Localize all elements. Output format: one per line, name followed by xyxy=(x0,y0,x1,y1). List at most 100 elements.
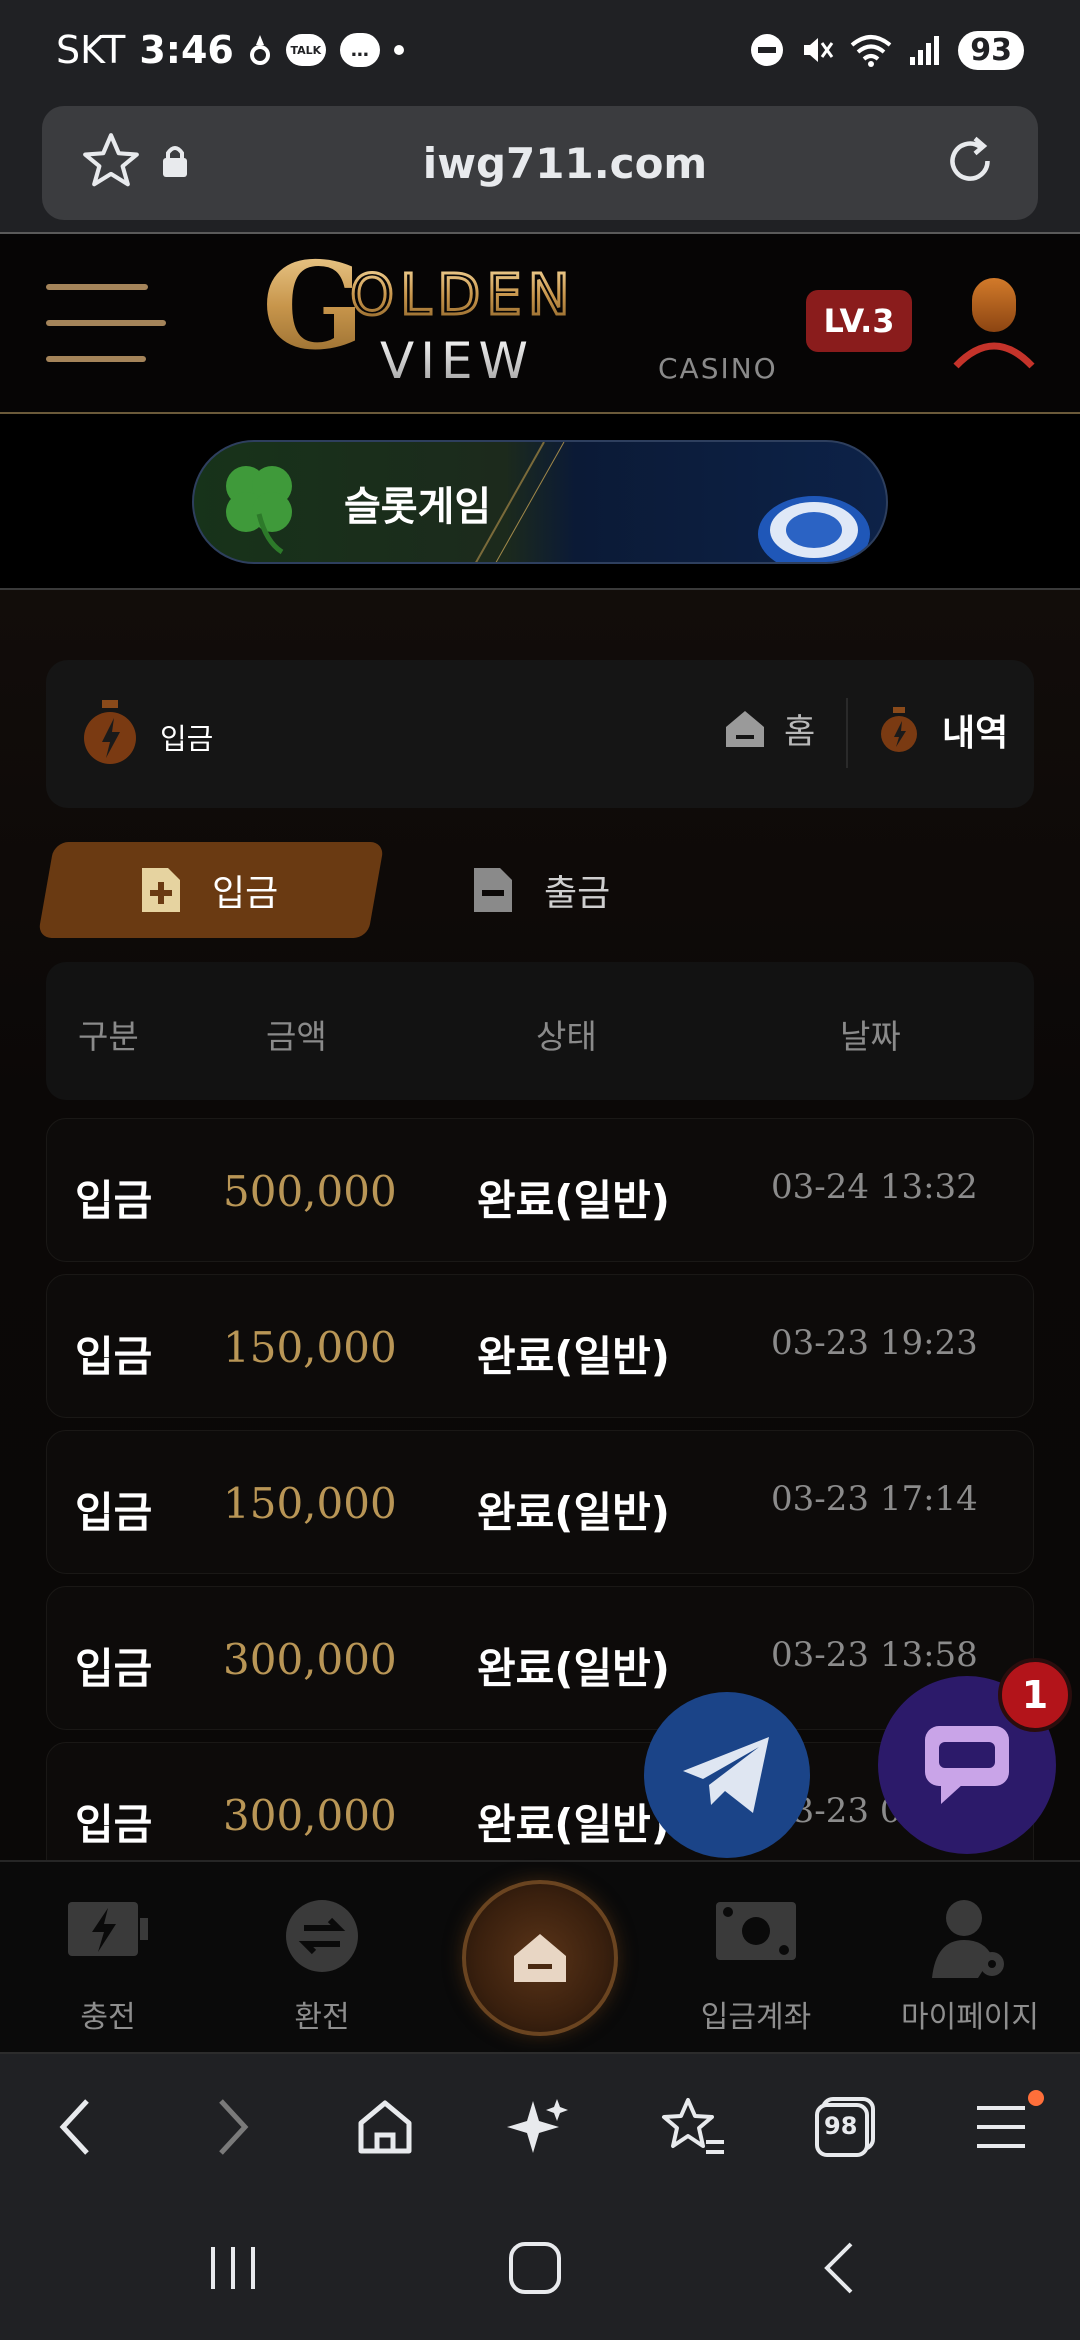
home-fab-button[interactable] xyxy=(462,1880,618,2036)
sub-navigation: 입금 홈 내역 xyxy=(46,660,1034,808)
forward-button[interactable] xyxy=(198,2092,268,2162)
row-amount: 150,000 xyxy=(223,1479,397,1528)
lock-icon xyxy=(160,143,190,183)
sparkle-icon xyxy=(507,2099,568,2153)
url-text[interactable]: iwg711.com xyxy=(190,139,940,188)
row-date: 03-23 17:14 xyxy=(771,1479,978,1519)
status-bar: SKT 3:46 TALK … 93 xyxy=(0,0,1080,100)
dnd-icon xyxy=(750,33,784,67)
back-button[interactable] xyxy=(40,2092,110,2162)
tab-withdraw-label: 출금 xyxy=(544,873,611,914)
row-status: 완료(일반) xyxy=(477,1800,670,1849)
more-notifications-icon xyxy=(393,45,404,55)
row-amount: 300,000 xyxy=(223,1791,397,1840)
signal-icon xyxy=(908,33,942,67)
ai-sparkle-button[interactable] xyxy=(504,2092,574,2162)
recent-apps-icon xyxy=(211,2247,255,2289)
row-status: 완료(일반) xyxy=(477,1488,670,1537)
tabs-button[interactable]: 98 xyxy=(810,2092,880,2162)
row-type: 입금 xyxy=(75,1332,153,1381)
system-home-button[interactable] xyxy=(500,2238,570,2298)
chat-notification-badge: 1 xyxy=(998,1658,1072,1732)
banner-strip: 슬롯게임 xyxy=(0,414,1080,590)
row-status: 완료(일반) xyxy=(477,1176,670,1225)
chevron-left-icon xyxy=(59,2099,89,2155)
table-row[interactable]: 입금 300,000 완료(일반) 03-23 13:58 xyxy=(46,1586,1034,1730)
clover-icon xyxy=(226,466,292,555)
banner-label: 슬롯게임 xyxy=(344,484,492,530)
nav-mypage-label: 마이페이지 xyxy=(901,2000,1039,2035)
tab-withdraw[interactable]: 출금 xyxy=(472,864,610,916)
row-type: 입금 xyxy=(75,1176,153,1225)
address-bar[interactable]: iwg711.com xyxy=(42,106,1038,220)
column-header-date: 날짜 xyxy=(840,1017,901,1056)
telegram-icon xyxy=(683,1737,769,1813)
exchange-arrows-icon xyxy=(284,1898,360,1978)
row-type: 입금 xyxy=(75,1488,153,1537)
mute-icon xyxy=(800,33,834,67)
bookmark-star-icon[interactable] xyxy=(80,130,142,196)
user-profile-icon[interactable] xyxy=(952,274,1036,374)
level-badge: LV.3 xyxy=(806,290,912,352)
column-header-type: 구분 xyxy=(78,1017,139,1056)
chat-icon xyxy=(925,1726,1009,1804)
slot-game-banner[interactable]: 슬롯게임 xyxy=(192,440,888,564)
browser-url-area: iwg711.com xyxy=(0,100,1080,232)
subnav-title: 입금 xyxy=(160,722,214,756)
browser-toolbar: 98 xyxy=(0,2052,1080,2194)
clock: 3:46 xyxy=(139,28,234,72)
table-row[interactable]: 입금 150,000 완료(일반) 03-23 19:23 xyxy=(46,1274,1034,1418)
svg-text:CASINO: CASINO xyxy=(658,352,778,385)
reload-icon[interactable] xyxy=(940,131,1000,195)
bookmarks-button[interactable] xyxy=(658,2092,728,2162)
star-list-icon xyxy=(662,2098,724,2154)
column-header-status: 상태 xyxy=(536,1017,597,1056)
menu-notification-dot xyxy=(1028,2090,1044,2106)
home-outline-icon xyxy=(358,2100,412,2154)
subnav-divider xyxy=(846,698,848,768)
user-settings-icon xyxy=(930,1898,1010,1986)
remove-document-icon xyxy=(474,868,512,912)
telegram-button[interactable] xyxy=(644,1692,810,1858)
site-logo[interactable]: G OLDEN VIEW CASINO xyxy=(262,236,822,396)
history-link[interactable]: 내역 xyxy=(880,704,1008,756)
row-amount: 300,000 xyxy=(223,1635,397,1684)
nav-exchange-label: 환전 xyxy=(294,2000,350,2035)
carrier-label: SKT xyxy=(56,28,126,72)
browser-menu-button[interactable] xyxy=(966,2092,1036,2162)
message-icon: … xyxy=(339,33,380,67)
home-icon xyxy=(514,1934,566,1982)
table-row[interactable]: 입금 500,000 완료(일반) 03-24 13:32 xyxy=(46,1118,1034,1262)
main-content: 입금 홈 내역 입금 출금 구분 금액 상태 날짜 입금 500,000 완료(… xyxy=(0,590,1080,1886)
charge-battery-icon xyxy=(66,1898,150,1964)
recent-apps-button[interactable] xyxy=(198,2238,268,2298)
nav-exchange[interactable]: 환전 xyxy=(222,1862,422,2054)
home-link[interactable]: 홈 xyxy=(724,704,815,753)
nav-charge[interactable]: 충전 xyxy=(8,1862,208,2054)
browser-home-button[interactable] xyxy=(350,2092,420,2162)
casino-chip-icon xyxy=(758,496,870,562)
battery-indicator: 93 xyxy=(958,30,1024,70)
system-back-button[interactable] xyxy=(804,2238,874,2298)
row-type: 입금 xyxy=(75,1644,153,1693)
status-right: 93 xyxy=(750,30,1024,70)
table-header: 구분 금액 상태 날짜 xyxy=(46,962,1034,1100)
tab-deposit-label: 입금 xyxy=(212,873,279,914)
menu-hamburger-icon[interactable] xyxy=(46,284,166,362)
menu-icon xyxy=(977,2106,1025,2148)
flame-notification-icon xyxy=(248,33,272,67)
history-link-label: 내역 xyxy=(942,713,1009,754)
cash-icon xyxy=(714,1898,798,1968)
wifi-icon xyxy=(850,33,892,67)
tab-deposit[interactable]: 입금 xyxy=(140,864,278,916)
history-timer-icon xyxy=(881,707,917,752)
table-row[interactable]: 입금 150,000 완료(일반) 03-23 17:14 xyxy=(46,1430,1034,1574)
nav-charge-label: 충전 xyxy=(80,2000,136,2035)
row-status: 완료(일반) xyxy=(477,1332,670,1381)
nav-mypage[interactable]: 마이페이지 xyxy=(870,1862,1070,2054)
row-date: 03-23 19:23 xyxy=(771,1323,978,1363)
row-status: 완료(일반) xyxy=(477,1644,670,1693)
row-amount: 500,000 xyxy=(223,1167,397,1216)
nav-deposit-account[interactable]: 입금계좌 xyxy=(656,1862,856,2054)
row-date: 03-24 13:32 xyxy=(771,1167,978,1207)
